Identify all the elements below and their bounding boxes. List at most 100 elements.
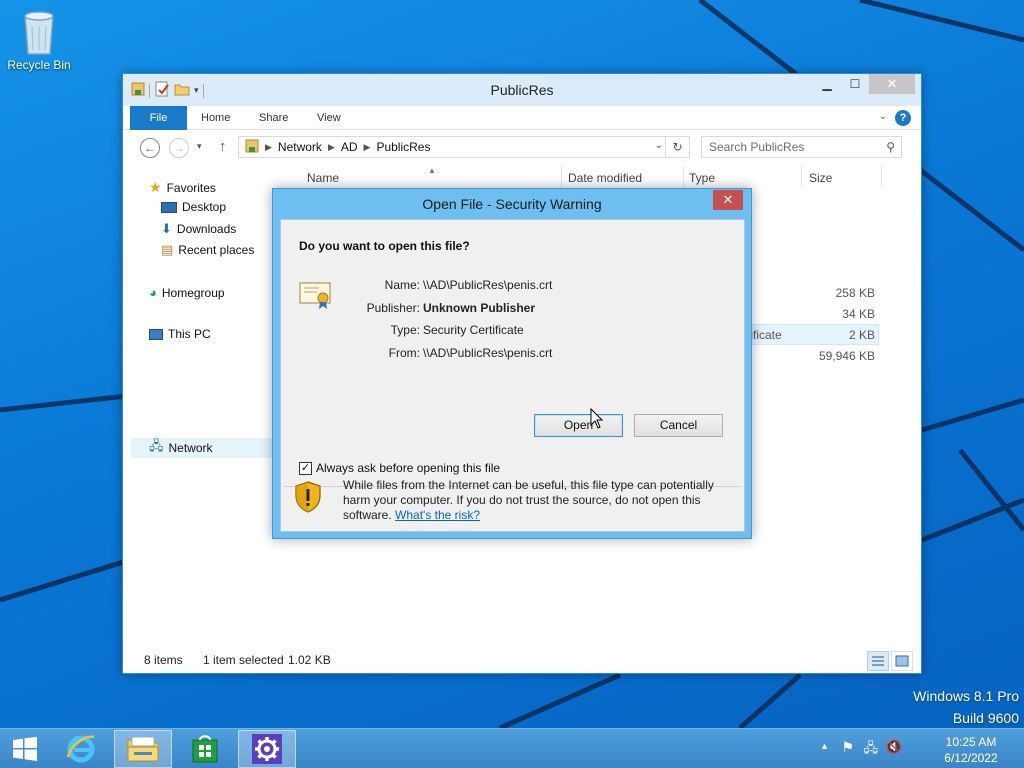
column-divider[interactable] (801, 166, 802, 188)
whats-the-risk-link[interactable]: What's the risk? (395, 508, 480, 522)
dialog-title: Open File - Security Warning (422, 196, 602, 212)
always-ask-label: Always ask before opening this file (316, 461, 501, 475)
from-value: \\AD\PublicRes\penis.crt (423, 346, 553, 360)
action-center-flag-icon[interactable]: ⚑ (841, 739, 854, 756)
os-name: Windows 8.1 Pro (913, 688, 1019, 704)
network-icon: 🖧 (149, 438, 164, 453)
tab-view[interactable]: View (317, 106, 341, 130)
address-bar[interactable]: ▶ Network ▶ AD ▶ PublicRes ⌄ ↻ (238, 136, 690, 158)
nav-desktop-label: Desktop (182, 200, 227, 214)
row-1-size: 258 KB (835, 286, 875, 300)
name-value: \\AD\PublicRes\penis.crt (423, 278, 553, 292)
nav-recent-places[interactable]: ▤ Recent places (161, 242, 254, 258)
star-icon: ★ (149, 179, 162, 195)
recycle-bin-shortcut[interactable]: Recycle Bin (6, 8, 72, 72)
nav-recent-label: Recent places (178, 243, 255, 257)
forward-button[interactable]: → (169, 138, 189, 158)
from-label: From: (388, 346, 420, 360)
navigation-bar: ← → ▾ ↑ ▶ Network ▶ AD ▶ PublicRes ⌄ ↻ S… (123, 130, 921, 164)
recent-places-icon: ▤ (161, 242, 174, 257)
volume-muted-icon[interactable]: 🔇 (886, 739, 902, 755)
dialog-question: Do you want to open this file? (299, 239, 470, 253)
os-build: Build 9600 (952, 710, 1019, 726)
large-icons-view-button[interactable] (891, 651, 913, 671)
nav-network-label: Network (168, 441, 213, 455)
nav-homegroup[interactable]: ◕ Homegroup (149, 285, 225, 300)
nav-favorites[interactable]: ★ Favorites (149, 179, 216, 196)
row-3-size: 2 KB (848, 328, 875, 342)
open-button[interactable]: Open (534, 414, 623, 437)
start-button[interactable] (0, 730, 50, 768)
always-ask-checkbox[interactable]: ✓ Always ask before opening this file (299, 461, 500, 475)
breadcrumb-ad[interactable]: AD (341, 140, 358, 154)
breadcrumb-chevron-icon[interactable]: ▶ (328, 142, 335, 153)
search-icon[interactable]: ⚲ (886, 137, 895, 157)
windows-version-watermark: Windows 8.1 Pro Build 9600 (913, 685, 1019, 728)
breadcrumb-chevron-icon[interactable]: ▶ (364, 142, 371, 153)
windows-logo-icon (13, 736, 37, 761)
recent-locations-icon[interactable]: ▾ (197, 141, 202, 152)
settings-button[interactable] (238, 730, 296, 768)
maximize-button[interactable]: ☐ (841, 74, 869, 94)
status-bar: 8 items 1 item selected 1.02 KB (123, 646, 921, 672)
security-warning-dialog: Open File - Security Warning ✕ Do you wa… (272, 188, 752, 539)
type-label: Type: (390, 323, 420, 337)
publisher-label: Publisher: (366, 301, 420, 315)
nav-desktop[interactable]: Desktop (161, 200, 226, 214)
name-label: Name: (384, 278, 420, 292)
status-selection-size: 1.02 KB (288, 653, 331, 667)
nav-network[interactable]: 🖧 Network (131, 438, 273, 458)
search-input[interactable]: Search PublicRes ⚲ (701, 136, 902, 158)
column-divider[interactable] (683, 166, 684, 188)
column-size[interactable]: Size (809, 171, 832, 185)
downloads-icon: ⬇ (161, 221, 172, 236)
up-button[interactable]: ↑ (219, 138, 227, 155)
checkbox-checkmark-icon[interactable]: ✓ (299, 461, 312, 475)
nav-favorites-label: Favorites (166, 180, 216, 195)
breadcrumb-publicres[interactable]: PublicRes (376, 140, 430, 154)
help-icon[interactable]: ? (895, 110, 911, 126)
breadcrumb-network[interactable]: Network (278, 140, 322, 154)
row-2-size: 34 KB (842, 307, 875, 321)
nav-homegroup-label: Homegroup (161, 285, 225, 300)
column-date-modified[interactable]: Date modified (568, 171, 642, 185)
homegroup-icon: ◕ (149, 285, 157, 300)
cancel-button[interactable]: Cancel (634, 414, 723, 437)
dialog-close-button[interactable]: ✕ (713, 190, 743, 210)
details-view-button[interactable] (867, 651, 889, 671)
column-divider[interactable] (561, 166, 562, 188)
gear-icon (252, 734, 282, 764)
tab-home[interactable]: Home (201, 106, 230, 130)
large-icons-view-icon (895, 655, 909, 667)
file-explorer-button[interactable] (114, 730, 172, 768)
column-name[interactable]: Name (307, 171, 339, 185)
tab-file[interactable]: File (130, 106, 187, 130)
tab-share[interactable]: Share (259, 106, 288, 130)
show-hidden-icons-icon[interactable]: ▲ (820, 741, 829, 751)
column-type[interactable]: Type (689, 171, 715, 185)
navigation-pane: ★ Favorites Desktop ⬇ Downloads ▤ Recent… (123, 164, 273, 644)
refresh-icon[interactable]: ↻ (665, 137, 689, 157)
address-dropdown-icon[interactable]: ⌄ (655, 140, 663, 151)
internet-explorer-button[interactable] (55, 730, 107, 768)
desktop-icon (161, 201, 177, 213)
clock-time: 10:25 AM (945, 735, 997, 749)
minimize-button[interactable]: ▁ (813, 74, 841, 94)
explorer-titlebar[interactable]: ▾ PublicRes ▁ ☐ ✕ (123, 74, 921, 106)
row-4-size: 59,946 KB (818, 349, 875, 363)
recycle-bin-label: Recycle Bin (7, 58, 71, 72)
recycle-bin-icon (24, 11, 54, 55)
type-value: Security Certificate (423, 323, 524, 337)
close-button[interactable]: ✕ (869, 74, 915, 94)
network-status-icon[interactable]: 🖧 (864, 739, 879, 761)
breadcrumb-chevron-icon[interactable]: ▶ (265, 142, 272, 153)
column-divider[interactable] (881, 166, 882, 188)
store-button[interactable] (178, 730, 232, 768)
nav-downloads[interactable]: ⬇ Downloads (161, 221, 236, 237)
clock[interactable]: 10:25 AM 6/12/2022 (936, 734, 1006, 766)
nav-this-pc[interactable]: This PC (149, 327, 211, 341)
expand-ribbon-icon[interactable]: ⌄ (879, 111, 887, 122)
back-button[interactable]: ← (140, 138, 160, 158)
status-selection: 1 item selected (203, 653, 284, 667)
mouse-cursor-icon (590, 407, 604, 433)
